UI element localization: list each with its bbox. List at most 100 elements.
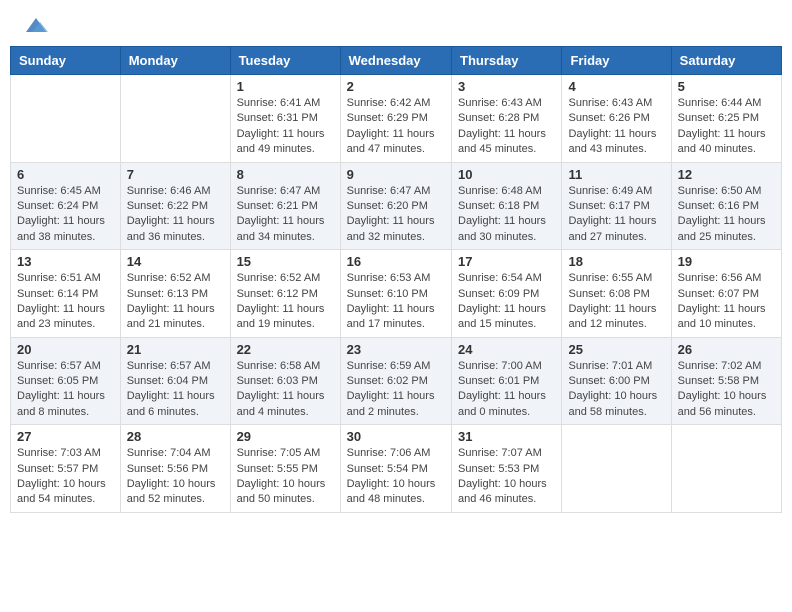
cell-info: Sunrise: 7:01 AM Sunset: 6:00 PM Dayligh… bbox=[568, 359, 664, 421]
cell-info: Sunrise: 6:53 AM Sunset: 6:10 PM Dayligh… bbox=[347, 271, 445, 333]
sunrise-text: Sunrise: 6:54 AM bbox=[458, 272, 542, 284]
day-number: 15 bbox=[237, 254, 334, 269]
daylight-text: Daylight: 11 hours and 4 minutes. bbox=[237, 390, 325, 417]
cell-info: Sunrise: 7:00 AM Sunset: 6:01 PM Dayligh… bbox=[458, 359, 555, 421]
cell-info: Sunrise: 6:51 AM Sunset: 6:14 PM Dayligh… bbox=[17, 271, 114, 333]
day-number: 22 bbox=[237, 342, 334, 357]
cell-info: Sunrise: 6:43 AM Sunset: 6:28 PM Dayligh… bbox=[458, 96, 555, 158]
cell-w5-d1: 28 Sunrise: 7:04 AM Sunset: 5:56 PM Dayl… bbox=[120, 425, 230, 513]
cell-w4-d6: 26 Sunrise: 7:02 AM Sunset: 5:58 PM Dayl… bbox=[671, 337, 781, 425]
daylight-text: Daylight: 11 hours and 49 minutes. bbox=[237, 128, 325, 155]
day-number: 24 bbox=[458, 342, 555, 357]
sunset-text: Sunset: 6:08 PM bbox=[568, 288, 649, 300]
cell-info: Sunrise: 6:57 AM Sunset: 6:04 PM Dayligh… bbox=[127, 359, 224, 421]
cell-info: Sunrise: 6:47 AM Sunset: 6:21 PM Dayligh… bbox=[237, 184, 334, 246]
sunrise-text: Sunrise: 6:47 AM bbox=[237, 185, 321, 197]
day-number: 3 bbox=[458, 79, 555, 94]
cell-w5-d3: 30 Sunrise: 7:06 AM Sunset: 5:54 PM Dayl… bbox=[340, 425, 451, 513]
day-number: 18 bbox=[568, 254, 664, 269]
week-row-2: 6 Sunrise: 6:45 AM Sunset: 6:24 PM Dayli… bbox=[11, 162, 782, 250]
day-number: 28 bbox=[127, 429, 224, 444]
day-number: 26 bbox=[678, 342, 775, 357]
daylight-text: Daylight: 11 hours and 21 minutes. bbox=[127, 303, 215, 330]
day-number: 9 bbox=[347, 167, 445, 182]
sunrise-text: Sunrise: 6:45 AM bbox=[17, 185, 101, 197]
sunset-text: Sunset: 6:02 PM bbox=[347, 375, 428, 387]
daylight-text: Daylight: 10 hours and 50 minutes. bbox=[237, 478, 326, 505]
daylight-text: Daylight: 11 hours and 32 minutes. bbox=[347, 215, 435, 242]
daylight-text: Daylight: 11 hours and 34 minutes. bbox=[237, 215, 325, 242]
day-number: 10 bbox=[458, 167, 555, 182]
week-row-5: 27 Sunrise: 7:03 AM Sunset: 5:57 PM Dayl… bbox=[11, 425, 782, 513]
cell-w3-d2: 15 Sunrise: 6:52 AM Sunset: 6:12 PM Dayl… bbox=[230, 250, 340, 338]
cell-info: Sunrise: 6:57 AM Sunset: 6:05 PM Dayligh… bbox=[17, 359, 114, 421]
cell-w1-d1 bbox=[120, 75, 230, 163]
calendar-header: Sunday Monday Tuesday Wednesday Thursday… bbox=[11, 47, 782, 75]
sunrise-text: Sunrise: 6:46 AM bbox=[127, 185, 211, 197]
daylight-text: Daylight: 11 hours and 45 minutes. bbox=[458, 128, 546, 155]
daylight-text: Daylight: 11 hours and 43 minutes. bbox=[568, 128, 656, 155]
header-row: Sunday Monday Tuesday Wednesday Thursday… bbox=[11, 47, 782, 75]
sunset-text: Sunset: 6:14 PM bbox=[17, 288, 98, 300]
sunrise-text: Sunrise: 7:01 AM bbox=[568, 360, 652, 372]
sunset-text: Sunset: 6:17 PM bbox=[568, 200, 649, 212]
day-number: 30 bbox=[347, 429, 445, 444]
day-number: 6 bbox=[17, 167, 114, 182]
cell-info: Sunrise: 6:59 AM Sunset: 6:02 PM Dayligh… bbox=[347, 359, 445, 421]
cell-info: Sunrise: 6:42 AM Sunset: 6:29 PM Dayligh… bbox=[347, 96, 445, 158]
sunset-text: Sunset: 6:24 PM bbox=[17, 200, 98, 212]
header-monday: Monday bbox=[120, 47, 230, 75]
cell-w1-d2: 1 Sunrise: 6:41 AM Sunset: 6:31 PM Dayli… bbox=[230, 75, 340, 163]
sunrise-text: Sunrise: 7:04 AM bbox=[127, 447, 211, 459]
daylight-text: Daylight: 11 hours and 27 minutes. bbox=[568, 215, 656, 242]
day-number: 27 bbox=[17, 429, 114, 444]
sunrise-text: Sunrise: 7:06 AM bbox=[347, 447, 431, 459]
sunrise-text: Sunrise: 6:41 AM bbox=[237, 97, 321, 109]
sunrise-text: Sunrise: 7:03 AM bbox=[17, 447, 101, 459]
sunset-text: Sunset: 6:18 PM bbox=[458, 200, 539, 212]
sunrise-text: Sunrise: 7:00 AM bbox=[458, 360, 542, 372]
header-friday: Friday bbox=[562, 47, 671, 75]
sunrise-text: Sunrise: 6:47 AM bbox=[347, 185, 431, 197]
cell-w3-d1: 14 Sunrise: 6:52 AM Sunset: 6:13 PM Dayl… bbox=[120, 250, 230, 338]
cell-w4-d4: 24 Sunrise: 7:00 AM Sunset: 6:01 PM Dayl… bbox=[452, 337, 562, 425]
cell-w2-d2: 8 Sunrise: 6:47 AM Sunset: 6:21 PM Dayli… bbox=[230, 162, 340, 250]
cell-w5-d0: 27 Sunrise: 7:03 AM Sunset: 5:57 PM Dayl… bbox=[11, 425, 121, 513]
sunset-text: Sunset: 6:29 PM bbox=[347, 112, 428, 124]
daylight-text: Daylight: 11 hours and 47 minutes. bbox=[347, 128, 435, 155]
cell-w3-d3: 16 Sunrise: 6:53 AM Sunset: 6:10 PM Dayl… bbox=[340, 250, 451, 338]
sunset-text: Sunset: 6:28 PM bbox=[458, 112, 539, 124]
sunset-text: Sunset: 5:58 PM bbox=[678, 375, 759, 387]
daylight-text: Daylight: 11 hours and 23 minutes. bbox=[17, 303, 105, 330]
cell-info: Sunrise: 6:50 AM Sunset: 6:16 PM Dayligh… bbox=[678, 184, 775, 246]
sunset-text: Sunset: 6:31 PM bbox=[237, 112, 318, 124]
page-header bbox=[10, 10, 782, 40]
cell-w2-d1: 7 Sunrise: 6:46 AM Sunset: 6:22 PM Dayli… bbox=[120, 162, 230, 250]
daylight-text: Daylight: 11 hours and 2 minutes. bbox=[347, 390, 435, 417]
cell-info: Sunrise: 7:03 AM Sunset: 5:57 PM Dayligh… bbox=[17, 446, 114, 508]
header-saturday: Saturday bbox=[671, 47, 781, 75]
day-number: 20 bbox=[17, 342, 114, 357]
day-number: 31 bbox=[458, 429, 555, 444]
header-tuesday: Tuesday bbox=[230, 47, 340, 75]
cell-w1-d6: 5 Sunrise: 6:44 AM Sunset: 6:25 PM Dayli… bbox=[671, 75, 781, 163]
daylight-text: Daylight: 11 hours and 36 minutes. bbox=[127, 215, 215, 242]
sunset-text: Sunset: 6:13 PM bbox=[127, 288, 208, 300]
sunrise-text: Sunrise: 6:42 AM bbox=[347, 97, 431, 109]
sunrise-text: Sunrise: 6:51 AM bbox=[17, 272, 101, 284]
day-number: 8 bbox=[237, 167, 334, 182]
calendar-table: Sunday Monday Tuesday Wednesday Thursday… bbox=[10, 46, 782, 513]
cell-w2-d0: 6 Sunrise: 6:45 AM Sunset: 6:24 PM Dayli… bbox=[11, 162, 121, 250]
cell-w4-d5: 25 Sunrise: 7:01 AM Sunset: 6:00 PM Dayl… bbox=[562, 337, 671, 425]
cell-info: Sunrise: 6:52 AM Sunset: 6:12 PM Dayligh… bbox=[237, 271, 334, 333]
sunset-text: Sunset: 6:09 PM bbox=[458, 288, 539, 300]
sunrise-text: Sunrise: 6:56 AM bbox=[678, 272, 762, 284]
day-number: 11 bbox=[568, 167, 664, 182]
sunset-text: Sunset: 6:20 PM bbox=[347, 200, 428, 212]
day-number: 5 bbox=[678, 79, 775, 94]
sunrise-text: Sunrise: 6:58 AM bbox=[237, 360, 321, 372]
sunrise-text: Sunrise: 6:57 AM bbox=[17, 360, 101, 372]
daylight-text: Daylight: 10 hours and 46 minutes. bbox=[458, 478, 547, 505]
cell-info: Sunrise: 6:43 AM Sunset: 6:26 PM Dayligh… bbox=[568, 96, 664, 158]
sunrise-text: Sunrise: 6:53 AM bbox=[347, 272, 431, 284]
